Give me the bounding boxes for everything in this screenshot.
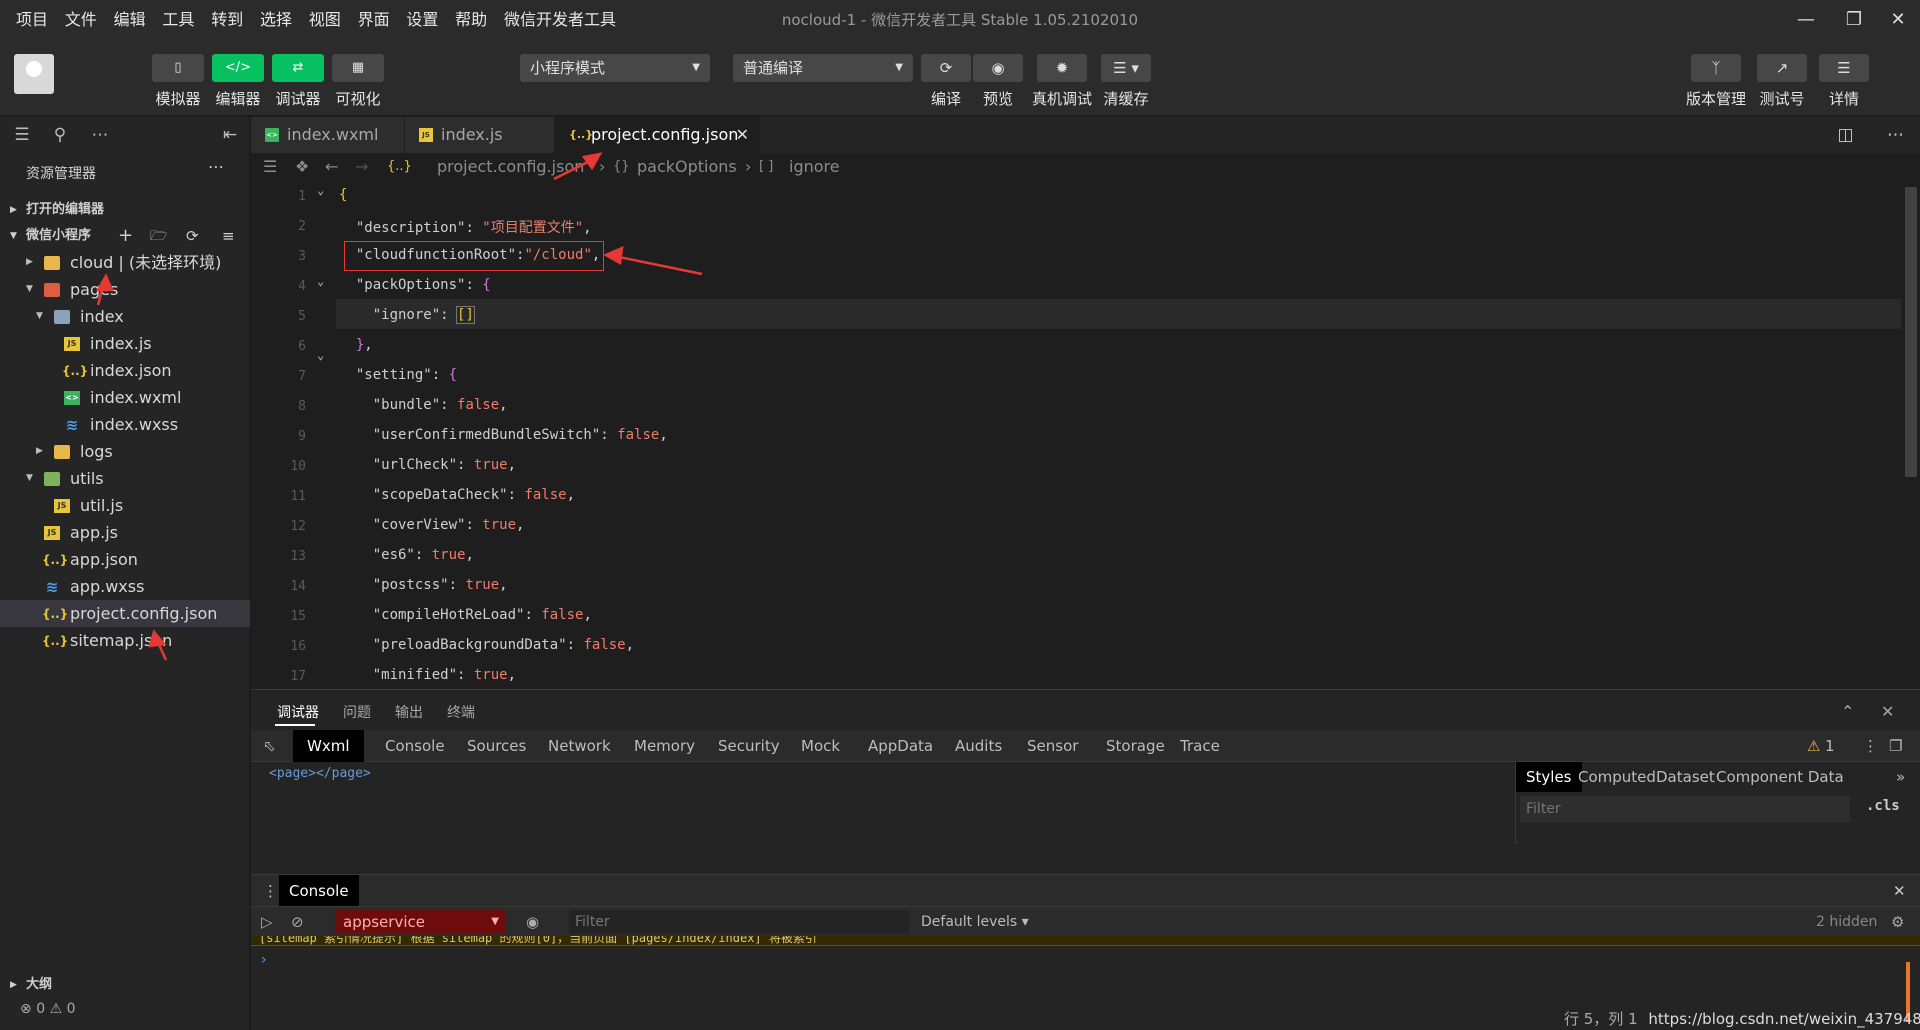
active-tab-indicator [275, 724, 315, 726]
annotation-arrowhead [603, 245, 624, 266]
console-filter-input[interactable] [569, 910, 909, 934]
devtools-tabs: ⬁ Wxml Console Sources Network Memory Se… [251, 730, 1920, 762]
devtools-tab-console[interactable]: Console [385, 730, 445, 762]
devtools-tab-storage[interactable]: Storage [1106, 730, 1165, 762]
devtools-tab-sources[interactable]: Sources [467, 730, 526, 762]
console-toolbar: ▷ ⊘ appservice ▼ ◉ Default levels ▾ 2 hi… [251, 906, 1920, 936]
annotation-arrow [613, 254, 703, 276]
close-icon[interactable]: ✕ [1893, 875, 1906, 907]
clear-console-icon[interactable]: ⊘ [291, 907, 304, 937]
log-levels-select[interactable]: Default levels ▾ [921, 907, 1029, 937]
devtools-tab-audits[interactable]: Audits [955, 730, 1002, 762]
gear-icon[interactable]: ⚙ [1891, 907, 1904, 937]
computed-tab[interactable]: Computed [1578, 762, 1656, 792]
panel-tab-terminal[interactable]: 终端 [447, 702, 475, 722]
console-warning-line: [sitemap 索引情况提示] 根据 sitemap 的规则[0]，当前页面 … [251, 936, 1920, 946]
chevron-down-icon: ▼ [491, 916, 499, 927]
eye-icon[interactable]: ◉ [526, 907, 539, 937]
annotation-arrowhead [148, 629, 167, 648]
styles-tab[interactable]: Styles [1516, 762, 1582, 792]
console-prompt[interactable]: › [261, 952, 267, 968]
devtools-tab-sensor[interactable]: Sensor [1027, 730, 1078, 762]
component-data-tab[interactable]: Component Data [1716, 762, 1844, 792]
devtools-tab-memory[interactable]: Memory [634, 730, 695, 762]
close-icon[interactable]: ✕ [1881, 702, 1894, 721]
sidebar-toggle-icon[interactable]: ▷ [261, 907, 273, 937]
status-bar-right: 行 5，列 1 https://blog.csdn.net/weixin_437… [1564, 1008, 1920, 1029]
devtools-tab-appdata[interactable]: AppData [868, 730, 933, 762]
styles-filter-input[interactable] [1520, 796, 1850, 822]
devtools-tab-mock[interactable]: Mock [801, 730, 840, 762]
context-value: appservice [343, 913, 425, 931]
dataset-tab[interactable]: Dataset [1656, 762, 1715, 792]
warning-icon[interactable]: ⚠ [1807, 730, 1820, 762]
console-drawer-header: ⋮ Console ✕ [251, 874, 1920, 907]
watermark-text: https://blog.csdn.net/weixin_43794822 [1648, 1010, 1920, 1028]
chevron-up-icon[interactable]: ⌃ [1841, 702, 1854, 721]
cursor-position[interactable]: 行 5，列 1 [1564, 1010, 1638, 1028]
debugger-panel: 调试器 问题 输出 终端 ⌃ ✕ ⬁ Wxml Console Sources … [251, 689, 1920, 1030]
more-vertical-icon[interactable]: ⋮ [1863, 730, 1878, 762]
devtools-tab-trace[interactable]: Trace [1180, 730, 1220, 762]
panel-tab-output[interactable]: 输出 [395, 702, 423, 722]
inspect-element-icon[interactable]: ⬁ [263, 730, 276, 762]
panel-tab-problems[interactable]: 问题 [343, 702, 371, 722]
undock-icon[interactable]: ❐ [1889, 730, 1902, 762]
annotation-arrowhead [95, 273, 114, 292]
styles-pane: Styles Computed Dataset Component Data »… [1516, 762, 1920, 844]
devtools-tab-network[interactable]: Network [548, 730, 611, 762]
annotation-arrowhead [581, 152, 603, 171]
cls-toggle[interactable]: .cls [1866, 798, 1900, 814]
devtools-tab-wxml[interactable]: Wxml [293, 730, 364, 762]
devtools-tab-security[interactable]: Security [718, 730, 780, 762]
context-select[interactable]: appservice ▼ [335, 910, 505, 934]
console-drawer-tab[interactable]: Console [279, 875, 359, 907]
warning-count[interactable]: 1 [1825, 730, 1835, 762]
panel-tab-debugger[interactable]: 调试器 [277, 702, 319, 722]
wxml-page-node[interactable]: <page></page> [269, 766, 371, 781]
wxml-tree: <page></page> [251, 762, 1516, 844]
console-warning-text: [sitemap 索引情况提示] 根据 sitemap 的规则[0]，当前页面 … [259, 936, 817, 945]
chevron-double-right-icon[interactable]: » [1896, 762, 1905, 792]
more-vertical-icon[interactable]: ⋮ [263, 875, 278, 907]
hidden-count: 2 hidden [1816, 914, 1878, 930]
